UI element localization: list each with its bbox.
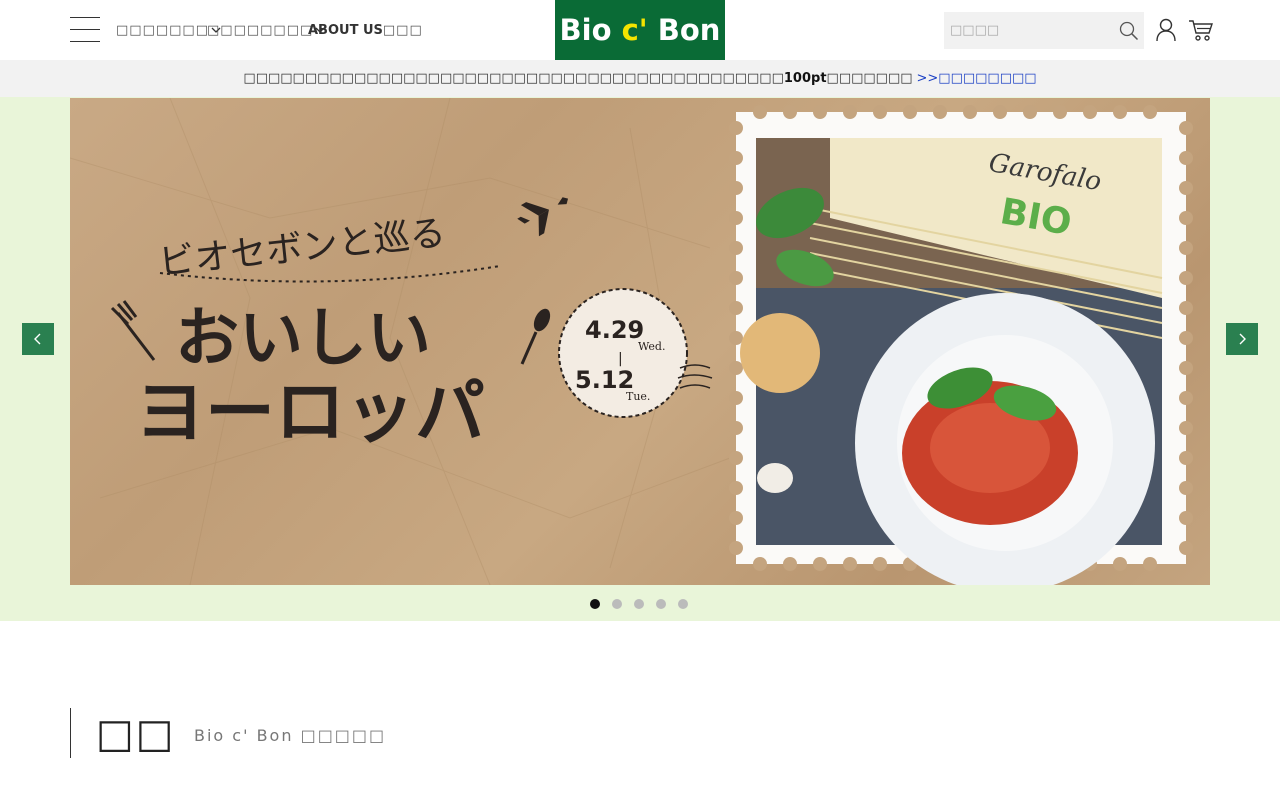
section-heading: □□ Bio c' Bon □□□□□	[70, 708, 670, 758]
notice-points: 100pt	[783, 71, 827, 86]
carousel-dots	[590, 599, 700, 609]
nav-item-1-label: □□□□□□□	[116, 22, 209, 38]
spoon-icon	[520, 308, 551, 365]
search-input[interactable]	[944, 12, 1114, 49]
date-start: 4.29	[585, 316, 644, 344]
search-box	[944, 12, 1144, 49]
user-icon[interactable]	[1155, 18, 1177, 42]
menu-icon[interactable]	[70, 17, 100, 43]
chevron-left-icon	[34, 333, 41, 345]
notice-link[interactable]: >>□□□□□□□□	[917, 71, 1037, 86]
carousel-dot[interactable]	[678, 599, 688, 609]
banner-title-line3: ヨーロッパ	[135, 371, 485, 453]
carousel-dot[interactable]	[590, 599, 600, 609]
section-title: □□	[96, 711, 176, 757]
hero-carousel: ビオセボンと巡る おいしい ヨーロッパ 4.29 Wed. | 5.12 Tue…	[0, 97, 1280, 621]
postage-stamp-photo: Garofalo BIO	[729, 105, 1193, 585]
airplane-icon	[517, 197, 569, 237]
site-header: □□□□□□□ □□□□□□□□ ABOUT US □□□ Bio c' Bon	[0, 0, 1280, 60]
nav-about-us-rest: □□□	[382, 22, 423, 38]
notice-text: □□□□□□□□□□□□□□□□□□□□□□□□□□□□□□□□□□□□□□□□…	[243, 71, 784, 86]
cart-icon[interactable]	[1188, 18, 1214, 42]
banner-artwork: ビオセボンと巡る おいしい ヨーロッパ 4.29 Wed. | 5.12 Tue…	[70, 98, 1193, 585]
carousel-dot[interactable]	[612, 599, 622, 609]
carousel-dot[interactable]	[656, 599, 666, 609]
hero-banner[interactable]: ビオセボンと巡る おいしい ヨーロッパ 4.29 Wed. | 5.12 Tue…	[70, 98, 1210, 585]
nav-about-us-label: ABOUT US	[308, 22, 383, 38]
carousel-dot[interactable]	[634, 599, 644, 609]
notice-text-after: □□□□□□□	[826, 71, 913, 86]
date-start-day: Wed.	[638, 340, 665, 353]
logo-text: Bio c' Bon	[559, 13, 721, 47]
notice-bar: □□□□□□□□□□□□□□□□□□□□□□□□□□□□□□□□□□□□□□□□…	[0, 60, 1280, 97]
site-logo[interactable]: Bio c' Bon	[555, 0, 725, 60]
chevron-right-icon	[1239, 333, 1246, 345]
banner-title-line1: ビオセボンと巡る	[157, 213, 448, 284]
search-icon[interactable]	[1118, 20, 1140, 42]
nav-item-2-label: □□□□□□□□	[207, 22, 314, 38]
carousel-prev-button[interactable]	[22, 323, 54, 355]
nav-about-us[interactable]: ABOUT US □□□	[308, 20, 423, 40]
date-sep: |	[618, 351, 623, 367]
fork-icon	[110, 300, 156, 361]
nav-item-1[interactable]: □□□□□□□	[116, 20, 221, 40]
banner-title-line2: おいしい	[175, 302, 431, 376]
date-end-day: Tue.	[626, 390, 650, 403]
date-stamp: 4.29 Wed. | 5.12 Tue.	[558, 288, 713, 418]
section-subtitle: Bio c' Bon □□□□□	[194, 726, 387, 745]
section-divider	[70, 708, 71, 758]
carousel-next-button[interactable]	[1226, 323, 1258, 355]
